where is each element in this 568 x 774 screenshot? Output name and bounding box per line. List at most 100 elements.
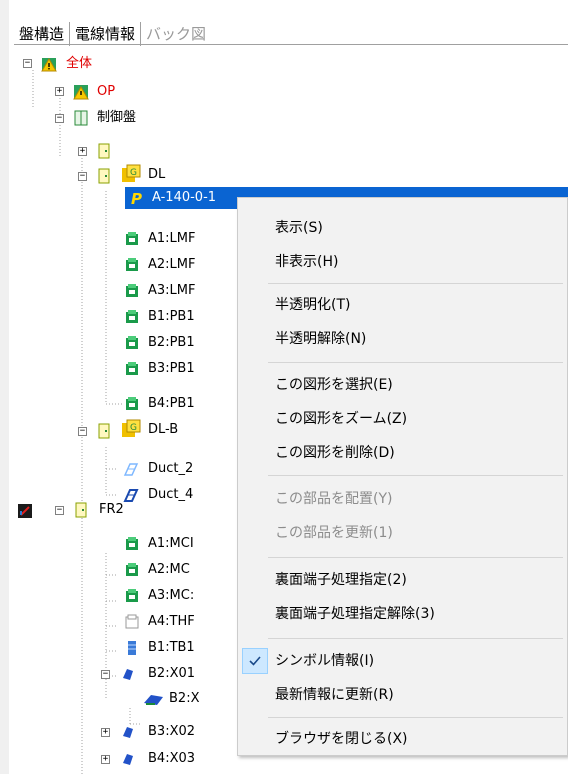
menu-item-label: 表示(S) bbox=[275, 220, 323, 236]
tree-item-label[interactable]: B2:X bbox=[169, 688, 199, 710]
menu-separator bbox=[268, 717, 563, 718]
component-icon bbox=[126, 362, 138, 375]
group-icon: G bbox=[122, 419, 141, 437]
relay-icon bbox=[123, 754, 133, 765]
expand-toggle[interactable]: + bbox=[101, 755, 110, 764]
warning-folder-icon bbox=[73, 85, 89, 100]
relay-icon bbox=[123, 669, 133, 680]
component-icon bbox=[126, 589, 138, 602]
collapse-toggle[interactable]: − bbox=[78, 427, 87, 436]
menu-item-back-terminal[interactable]: 裏面端子処理指定(2) bbox=[238, 565, 568, 595]
menu-item-label: 裏面端子処理指定解除(3) bbox=[275, 606, 435, 622]
svg-text:G: G bbox=[130, 423, 137, 433]
terminal-block-icon bbox=[128, 641, 136, 655]
menu-item-place-part: この部品を配置(Y) bbox=[238, 484, 568, 514]
tree-item-label[interactable]: Duct_4 bbox=[148, 484, 193, 506]
context-menu[interactable]: 表示(S) 非表示(H) 半透明化(T) 半透明解除(N) この図形を選択(E)… bbox=[237, 197, 568, 756]
tree-op-label[interactable]: OP bbox=[97, 81, 115, 103]
svg-text:P: P bbox=[131, 190, 142, 206]
component-icon bbox=[126, 397, 138, 410]
collapse-toggle[interactable]: − bbox=[55, 506, 64, 515]
menu-item-label: この図形を削除(D) bbox=[275, 445, 395, 461]
tree-dl-label[interactable]: DL bbox=[148, 164, 165, 186]
menu-item-translucent[interactable]: 半透明化(T) bbox=[238, 290, 568, 320]
menu-separator bbox=[268, 283, 563, 284]
tree-item-label[interactable]: B3:X02 bbox=[148, 721, 195, 743]
duct-icon bbox=[123, 463, 139, 476]
tab-wire-info[interactable]: 電線情報 bbox=[69, 22, 140, 46]
tree-item-label[interactable]: B4:X03 bbox=[148, 748, 195, 770]
menu-item-label: 非表示(H) bbox=[275, 254, 339, 270]
menu-separator bbox=[268, 638, 563, 639]
component-icon bbox=[126, 258, 138, 271]
tree-item-label[interactable]: A4:THF bbox=[148, 611, 195, 633]
component-outline-icon bbox=[125, 614, 139, 629]
menu-item-label: 半透明解除(N) bbox=[275, 331, 367, 347]
tree-item-label[interactable]: B1:PB1 bbox=[148, 306, 195, 328]
marker-icon bbox=[18, 504, 32, 518]
door-icon bbox=[75, 502, 87, 518]
expand-toggle[interactable]: + bbox=[78, 147, 87, 156]
menu-item-label: この部品を配置(Y) bbox=[275, 491, 393, 507]
part-p-icon: P bbox=[131, 190, 142, 206]
menu-item-hide[interactable]: 非表示(H) bbox=[238, 247, 568, 277]
tree-control-panel-label[interactable]: 制御盤 bbox=[97, 107, 136, 129]
group-icon: G bbox=[122, 164, 141, 182]
checkmark-icon bbox=[249, 656, 261, 666]
tree-dlb-label[interactable]: DL-B bbox=[148, 419, 178, 441]
collapse-toggle[interactable]: − bbox=[101, 670, 110, 679]
tree-item-label[interactable]: Duct_2 bbox=[148, 458, 193, 480]
tree-item-label[interactable]: B2:PB1 bbox=[148, 332, 195, 354]
collapse-toggle[interactable]: − bbox=[78, 172, 87, 181]
tree-root-label[interactable]: 全体 bbox=[66, 53, 92, 75]
collapse-toggle[interactable]: − bbox=[55, 114, 64, 123]
menu-item-zoom-shape[interactable]: この図形をズーム(Z) bbox=[238, 404, 568, 434]
check-highlight bbox=[242, 648, 268, 674]
menu-item-select-shape[interactable]: この図形を選択(E) bbox=[238, 370, 568, 400]
relay-icon bbox=[123, 727, 133, 738]
door-icon bbox=[98, 168, 110, 184]
tab-panel-structure[interactable]: 盤構造 bbox=[14, 22, 69, 46]
menu-item-refresh[interactable]: 最新情報に更新(R) bbox=[238, 680, 568, 710]
component-icon bbox=[126, 336, 138, 349]
menu-item-delete-shape[interactable]: この図形を削除(D) bbox=[238, 438, 568, 468]
tree-item-label[interactable]: B2:X01 bbox=[148, 663, 195, 685]
wire-icon bbox=[144, 695, 163, 705]
menu-item-label: シンボル情報(I) bbox=[275, 653, 375, 669]
cabinet-icon bbox=[74, 110, 88, 126]
tree-selected-label[interactable]: A-140-0-1 bbox=[152, 187, 216, 209]
menu-item-label: 半透明化(T) bbox=[275, 297, 351, 313]
tree-item-label[interactable]: A2:MC bbox=[148, 559, 190, 581]
svg-text:G: G bbox=[130, 168, 137, 178]
tree-item-label[interactable]: B4:PB1 bbox=[148, 393, 195, 415]
door-icon bbox=[98, 423, 110, 439]
tree-item-label[interactable]: A1:LMF bbox=[148, 228, 195, 250]
tree-item-label[interactable]: B1:TB1 bbox=[148, 637, 195, 659]
tree-fr2-label[interactable]: FR2 bbox=[99, 499, 124, 521]
tree-item-label[interactable]: A2:LMF bbox=[148, 254, 195, 276]
tab-underline bbox=[14, 44, 568, 45]
menu-item-update-part: この部品を更新(1) bbox=[238, 518, 568, 548]
tab-back-diagram: バック図 bbox=[140, 22, 211, 46]
expand-toggle[interactable]: + bbox=[101, 728, 110, 737]
tree-item-label[interactable]: A3:MC: bbox=[148, 585, 194, 607]
menu-item-symbol-info[interactable]: シンボル情報(I) bbox=[238, 646, 568, 676]
menu-separator bbox=[268, 557, 563, 558]
tree-item-label[interactable]: B3:PB1 bbox=[148, 358, 195, 380]
menu-item-back-terminal-off[interactable]: 裏面端子処理指定解除(3) bbox=[238, 599, 568, 629]
component-icon bbox=[126, 232, 138, 245]
expand-toggle[interactable]: + bbox=[55, 87, 64, 96]
menu-item-label: この部品を更新(1) bbox=[275, 525, 393, 541]
warning-folder-icon bbox=[41, 58, 57, 72]
menu-item-translucent-off[interactable]: 半透明解除(N) bbox=[238, 324, 568, 354]
component-icon bbox=[126, 310, 138, 323]
menu-item-show[interactable]: 表示(S) bbox=[238, 213, 568, 243]
tree-item-label[interactable]: A3:LMF bbox=[148, 280, 195, 302]
door-icon bbox=[98, 143, 110, 159]
menu-item-label: 最新情報に更新(R) bbox=[275, 687, 394, 703]
menu-item-close-browser[interactable]: ブラウザを閉じる(X) bbox=[238, 724, 568, 754]
expand-toggle[interactable]: − bbox=[23, 59, 32, 68]
tree-item-label[interactable]: A1:MCI bbox=[148, 533, 194, 555]
menu-separator bbox=[268, 475, 563, 476]
component-icon bbox=[126, 284, 138, 297]
